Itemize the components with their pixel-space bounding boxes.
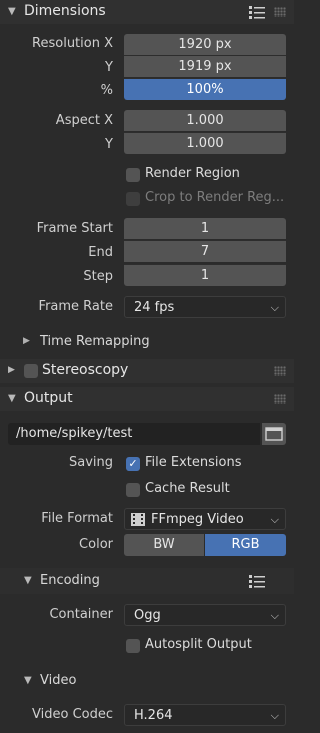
autosplit-output-checkbox[interactable] (126, 639, 140, 653)
aspect-y-label: Y (105, 137, 113, 152)
collapse-triangle-icon[interactable]: ▼ (24, 575, 32, 586)
video-codec-dropdown[interactable]: H.264 ⌵ (124, 704, 286, 726)
collapse-triangle-icon[interactable]: ▼ (8, 393, 16, 404)
stereoscopy-checkbox[interactable] (24, 364, 38, 378)
preset-list-icon[interactable] (248, 573, 266, 589)
frame-start-label: Frame Start (36, 221, 113, 236)
color-label: Color (79, 537, 113, 552)
drag-grip-icon[interactable] (274, 366, 286, 376)
frame-end-field[interactable]: 7 (124, 241, 286, 262)
frame-end-label: End (88, 245, 113, 260)
folder-icon (265, 427, 283, 441)
render-region-checkbox[interactable] (126, 168, 140, 182)
resolution-x-label: Resolution X (32, 36, 113, 51)
time-remapping-subpanel-header[interactable]: ▶ Time Remapping (0, 332, 294, 354)
browse-folder-button[interactable] (262, 423, 286, 445)
cache-result-checkbox[interactable] (126, 483, 140, 497)
chevron-down-icon: ⌵ (270, 609, 279, 622)
crop-to-render-region-checkbox[interactable] (126, 192, 140, 206)
time-remapping-title: Time Remapping (40, 334, 150, 349)
file-extensions-label: File Extensions (145, 455, 242, 470)
resolution-percent-label: % (100, 83, 113, 98)
drag-grip-icon[interactable] (274, 394, 286, 404)
file-extensions-checkbox[interactable]: ✓ (126, 457, 140, 471)
video-subpanel-header[interactable]: ▼ Video (0, 670, 294, 694)
container-dropdown[interactable]: Ogg ⌵ (124, 604, 286, 626)
frame-rate-label: Frame Rate (38, 299, 113, 314)
expand-triangle-icon[interactable]: ▶ (8, 365, 15, 375)
collapse-triangle-icon[interactable]: ▼ (8, 6, 16, 17)
frame-rate-dropdown[interactable]: 24 fps ⌵ (124, 296, 286, 318)
chevron-down-icon: ⌵ (270, 709, 279, 722)
color-bw-option[interactable]: BW (124, 534, 204, 556)
render-region-label: Render Region (145, 166, 240, 181)
dimensions-panel-header[interactable]: ▼ Dimensions (0, 0, 294, 24)
frame-start-field[interactable]: 1 (124, 218, 286, 239)
cache-result-label: Cache Result (145, 481, 230, 496)
container-label: Container (49, 607, 113, 622)
expand-triangle-icon: ▶ (23, 336, 30, 346)
frame-step-field[interactable]: 1 (124, 265, 286, 286)
stereoscopy-title: Stereoscopy (42, 362, 129, 378)
container-value: Ogg (134, 608, 161, 623)
dimensions-title: Dimensions (24, 3, 106, 19)
frame-rate-value: 24 fps (134, 300, 175, 315)
color-rgb-option[interactable]: RGB (205, 534, 286, 556)
aspect-x-label: Aspect X (55, 113, 113, 128)
file-format-label: File Format (41, 511, 113, 526)
file-format-value: FFmpeg Video (151, 512, 244, 527)
aspect-x-field[interactable]: 1.000 (124, 110, 286, 131)
collapse-triangle-icon: ▼ (24, 675, 32, 686)
output-panel-header[interactable]: ▼ Output (0, 387, 294, 411)
output-path-input[interactable]: /home/spikey/test (8, 423, 260, 445)
saving-label: Saving (68, 455, 113, 470)
preset-list-icon[interactable] (248, 4, 266, 20)
file-format-dropdown[interactable]: FFmpeg Video ⌵ (124, 508, 286, 530)
encoding-subpanel-header[interactable]: ▼ Encoding (0, 568, 294, 594)
crop-to-render-region-label: Crop to Render Reg... (145, 190, 285, 205)
aspect-y-field[interactable]: 1.000 (124, 133, 286, 154)
autosplit-output-label: Autosplit Output (145, 637, 252, 652)
resolution-y-label: Y (105, 60, 113, 75)
drag-grip-icon[interactable] (274, 7, 286, 17)
resolution-y-field[interactable]: 1919 px (124, 56, 286, 77)
chevron-down-icon: ⌵ (270, 513, 279, 526)
film-strip-icon (131, 513, 145, 526)
frame-step-label: Step (83, 269, 113, 284)
encoding-title: Encoding (40, 573, 100, 588)
chevron-down-icon: ⌵ (270, 301, 279, 314)
stereoscopy-panel-header[interactable]: ▶ Stereoscopy (0, 359, 294, 383)
video-codec-value: H.264 (134, 708, 173, 723)
resolution-percent-slider[interactable]: 100% (124, 79, 286, 100)
resolution-x-field[interactable]: 1920 px (124, 34, 286, 55)
output-title: Output (24, 390, 73, 406)
video-codec-label: Video Codec (32, 707, 113, 722)
video-title: Video (40, 673, 77, 688)
